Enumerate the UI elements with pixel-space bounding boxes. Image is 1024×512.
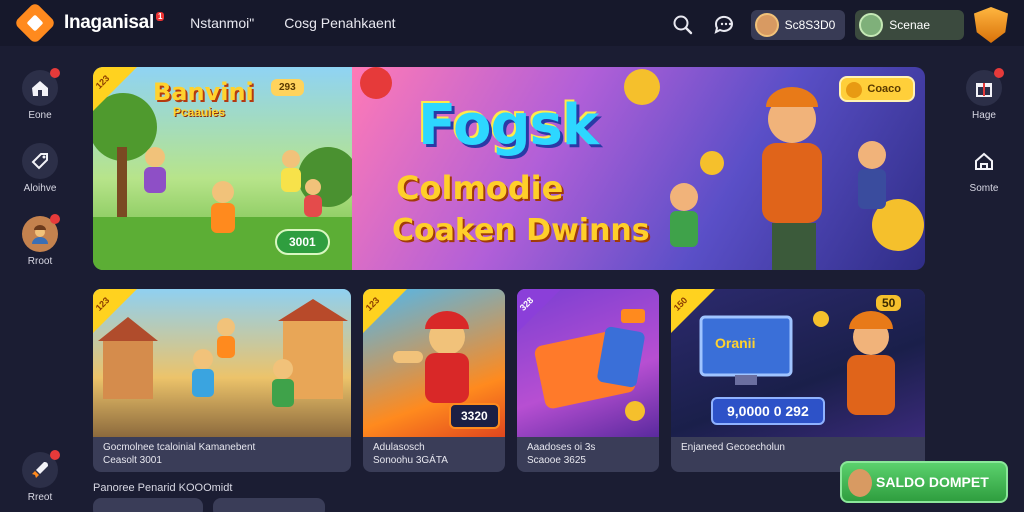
card-art (93, 289, 351, 437)
sidebar-item-aloihve[interactable]: Aloihve (14, 143, 66, 194)
sidebar-item-hage[interactable]: Hage (958, 68, 1010, 121)
game-cards: 123 Gocmolnee tcaloinial Kamanebent Ceaso… (93, 289, 925, 472)
sidebar-item-somte[interactable]: Somte (958, 143, 1010, 194)
game-card-4[interactable]: 150 50 Oranii 9,0000 0 292 Enjaneed Geco… (671, 289, 925, 472)
card-screen-text: Oranii (715, 335, 756, 351)
hero-left-tag: 293 (271, 79, 304, 96)
sidebar-item-label: Somte (969, 183, 999, 194)
tag-icon (22, 143, 58, 179)
hero-left-title: Banvini (153, 78, 254, 106)
card-top-counter: 50 (876, 295, 902, 311)
sidebar-item-label: Rroot (27, 256, 53, 267)
logo-icon[interactable] (13, 1, 57, 45)
card-caption: Aaadoses oi 3s Scaooe 3625 (527, 442, 596, 466)
game-card-2[interactable]: 123 3320 Adulasosch Sonoohu 3GÁTA (363, 289, 505, 472)
avatar (848, 469, 872, 497)
sidebar-item-rroot[interactable]: Rroot (14, 214, 66, 267)
brand-badge: 1 (155, 12, 165, 21)
top-bar: Inaganisal 1 Nstanmoi" Cosg Penahkaent Sc… (0, 0, 1024, 46)
avatar-icon (22, 214, 60, 252)
sidebar-item-label: Aloihve (23, 183, 57, 194)
hero-left-pill[interactable]: 3001 (275, 229, 330, 255)
hero-left-subtitle: Pcaauies (173, 105, 226, 119)
bottom-chip-1[interactable] (93, 498, 203, 512)
search-icon[interactable] (667, 9, 699, 41)
sidebar-left: Eone Aloihve Rroot (14, 68, 66, 289)
avatar (754, 13, 779, 37)
card-caption: Adulasosch Sonoohu 3GÁTA (373, 442, 448, 466)
card-counter: 9,0000 0 292 (711, 397, 825, 425)
hero-banner[interactable]: 123 Banvini Pcaauies 293 3001 Fogsk Colm… (93, 67, 925, 270)
sidebar-item-label: Hage (972, 110, 996, 121)
rocket-icon (22, 450, 60, 488)
gift-icon (966, 68, 1004, 106)
hero-right-panel[interactable]: Fogsk Colmodie Coaken Dwinns Coaco (352, 67, 925, 270)
shield-icon[interactable] (974, 7, 1008, 43)
game-card-1[interactable]: 123 Gocmolnee tcaloinial Kamanebent Ceaso… (93, 289, 351, 472)
wallet-balance-button[interactable]: SALDO DOMPET (840, 461, 1008, 503)
hero-right-title: Fogsk (418, 93, 599, 158)
sidebar-item-label: Eone (28, 110, 52, 121)
sidebar-item-label: Rreot (27, 492, 53, 503)
sidebar-item-rreot[interactable]: Rreot (14, 450, 66, 503)
nav-link-1[interactable]: Nstanmoi" (190, 15, 254, 31)
chat-icon[interactable] (709, 9, 741, 41)
hero-right-line-2: Colmodie (396, 169, 564, 207)
section-label: Panoree Penarid KOOOmidt (93, 482, 233, 494)
card-counter: 3320 (449, 403, 500, 429)
balance-pill-2[interactable]: Scenae (855, 10, 964, 40)
game-card-3[interactable]: 328 Aaadoses oi 3s Scaooe 3625 (517, 289, 659, 472)
balance-value-1: Sc8S3D0 (784, 18, 836, 32)
hero-right-line-3: Coaken Dwinns (392, 213, 650, 248)
hero-right-tag: Coaco (839, 76, 915, 102)
balance-value-2: Scenae (889, 18, 930, 32)
nav-link-2[interactable]: Cosg Penahkaent (284, 15, 395, 31)
home-icon (22, 68, 60, 106)
wallet-balance-label: SALDO DOMPET (876, 474, 989, 490)
bottom-chip-2[interactable] (213, 498, 325, 512)
balance-pill-1[interactable]: Sc8S3D0 (750, 10, 846, 40)
sidebar-right: Hage Somte (958, 68, 1010, 216)
avatar (859, 13, 884, 37)
brand-name[interactable]: Inaganisal 1 (64, 12, 165, 34)
card-caption: Enjaneed Gecoecholun (681, 442, 785, 453)
card-caption: Gocmolnee tcaloinial Kamanebent Ceasolt 3… (103, 442, 256, 466)
coin-icon (846, 82, 863, 98)
hero-left-panel[interactable]: 123 Banvini Pcaauies 293 3001 (93, 67, 352, 270)
house-icon (966, 143, 1002, 179)
sidebar-item-home[interactable]: Eone (14, 68, 66, 121)
